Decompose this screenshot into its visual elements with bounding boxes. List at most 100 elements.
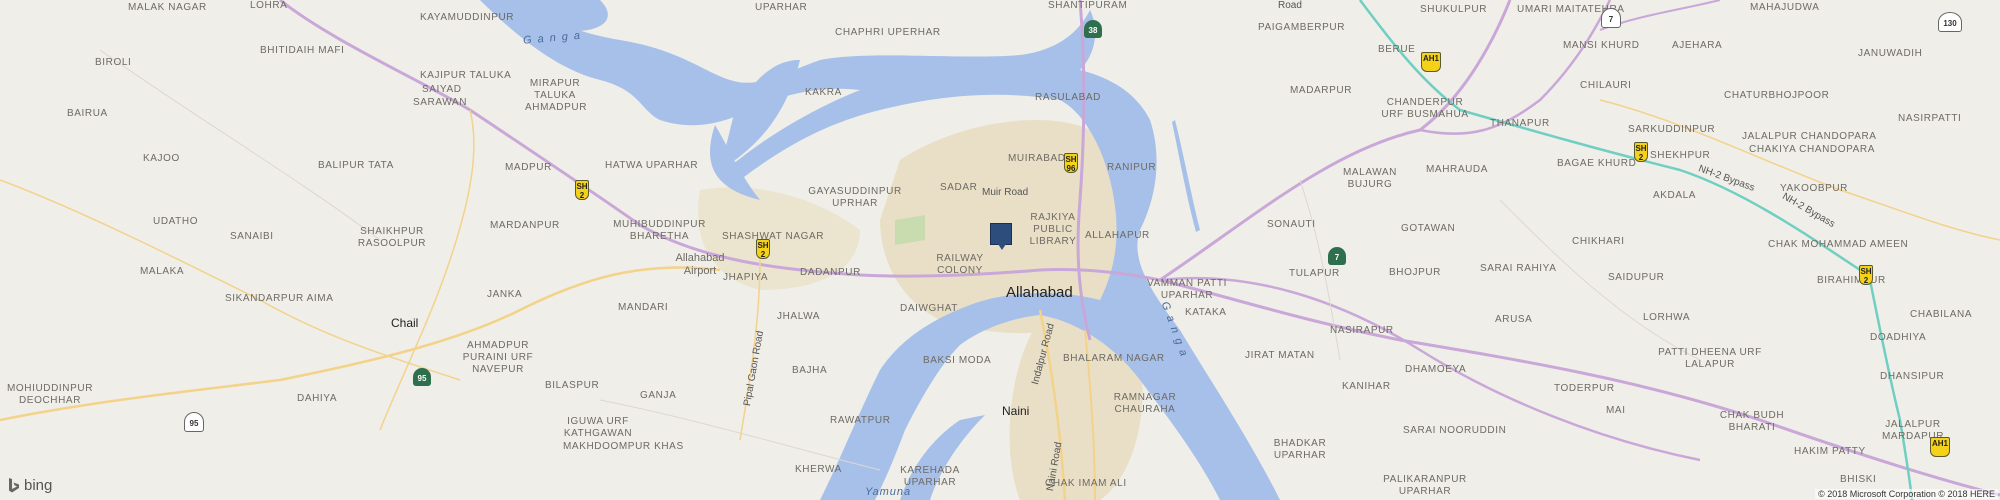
highway-shield-nh95: 95	[184, 412, 204, 432]
place-label: AHMADPUR PURAINI URF NAVEPUR	[462, 340, 534, 375]
highway-shield-ah1: AH1	[1930, 437, 1950, 457]
place-label: BAKSI MODA	[923, 355, 992, 366]
place-label: CHAPHRI UPERHAR	[835, 27, 941, 38]
place-label: JANKA	[487, 289, 523, 300]
highway-shield-sh2: SH 2	[756, 239, 770, 259]
place-label: THANAPUR	[1490, 118, 1550, 129]
place-label: MAI	[1606, 405, 1626, 416]
place-label: BIROLI	[95, 57, 132, 68]
place-label: HAKIM PATTY	[1794, 446, 1866, 457]
highway-shield-sh2: SH 2	[1859, 265, 1873, 285]
place-label: KAYAMUDDINPUR	[420, 12, 515, 23]
place-label: MIRAPUR TALUKA AHMADPUR	[525, 78, 588, 113]
map-canvas[interactable]: MALAK NAGAR KAYAMUDDINPUR UPARHAR CHAPHR…	[0, 0, 2000, 500]
highway-shield-nh130: 130	[1938, 12, 1962, 32]
highway-shield-sh2: SH 2	[1634, 142, 1648, 162]
place-label: CHIKHARI	[1572, 236, 1625, 247]
place-label: PALIKARANPUR UPARHAR	[1383, 474, 1467, 497]
place-label: JIRAT MATAN	[1245, 350, 1315, 361]
place-label: BAGAE KHURD	[1557, 158, 1637, 169]
place-label: BALIPUR TATA	[318, 160, 394, 171]
place-label: BHISKI	[1840, 474, 1877, 485]
place-label: RAWATPUR	[830, 415, 891, 426]
place-label: RAJKIYA PUBLIC LIBRARY	[1029, 212, 1077, 247]
highway-shield-nh7: 7	[1601, 8, 1621, 28]
place-label: GANJA	[640, 390, 677, 401]
town-label-chail: Chail	[391, 316, 419, 330]
place-label: CHATURBHOJPOOR	[1724, 90, 1830, 101]
place-label: MARDANPUR	[490, 220, 560, 231]
place-label: SHAIKHPUR RASOOLPUR	[357, 226, 427, 249]
bing-logo: bing	[8, 477, 52, 494]
place-label: DAHIYA	[297, 393, 338, 404]
place-label: SADAR	[940, 182, 978, 193]
place-label: KAKRA	[805, 87, 842, 98]
place-label: MALAWAN BUJURG	[1342, 167, 1398, 190]
place-label: MAKHDOOMPUR KHAS	[563, 441, 684, 452]
place-label: BHALARAM NAGAR	[1063, 353, 1165, 364]
highway-shield-ah1: AH1	[1421, 52, 1441, 72]
place-label: DOADHIYA	[1870, 332, 1927, 343]
place-label: BHOJPUR	[1389, 267, 1441, 278]
place-label: KATAKA	[1185, 307, 1227, 318]
park	[895, 215, 925, 245]
place-label: TODERPUR	[1554, 383, 1615, 394]
place-label: SARAI RAHIYA	[1480, 263, 1557, 274]
place-label: BAIRUA	[67, 108, 108, 119]
location-pin[interactable]	[990, 223, 1012, 250]
place-label: SAIDUPUR	[1608, 272, 1665, 283]
highway-shield-sh2: SH 2	[575, 180, 589, 200]
place-label: RAILWAY COLONY	[936, 253, 984, 276]
place-label: MADARPUR	[1290, 85, 1353, 96]
place-label: BHITIDAIH MAFI	[260, 45, 345, 56]
road-label-muir: Muir Road	[982, 187, 1029, 198]
bing-icon	[9, 477, 19, 492]
bing-wordmark: bing	[24, 477, 53, 494]
place-label: SHUKULPUR	[1420, 4, 1488, 15]
place-label: RASULABAD	[1035, 92, 1101, 103]
place-label: JANUWADIH	[1858, 48, 1923, 59]
place-label: MADPUR	[505, 162, 552, 173]
highway-shield-sh96: SH 96	[1064, 153, 1078, 173]
place-label: CHAK BUDH BHARATI	[1719, 410, 1785, 433]
place-label: VAMMAN PATTI UPARHAR	[1147, 278, 1227, 301]
place-label: MANSI KHURD	[1563, 40, 1640, 51]
place-label: NASIRAPUR	[1330, 325, 1394, 336]
place-label: KHERWA	[795, 464, 842, 475]
place-label: SIKANDARPUR AIMA	[225, 293, 334, 304]
place-label: CHABILANA	[1910, 309, 1973, 320]
highway-shield-nh95: 95	[413, 368, 431, 386]
map-base-layer	[0, 0, 2000, 500]
place-label: BERUE	[1378, 44, 1416, 55]
place-label: MANDARI	[618, 302, 669, 313]
place-label: ARUSA	[1495, 314, 1533, 325]
place-label: CHANDERPUR URF BUSMAHUA	[1381, 97, 1469, 120]
place-label: SONAUTI	[1267, 219, 1316, 230]
place-label: SHANTIPURAM	[1048, 0, 1128, 11]
place-label: TULAPUR	[1289, 268, 1340, 279]
place-label: KAJIPUR TALUKA	[420, 70, 512, 81]
place-label: HATWA UPARHAR	[605, 160, 699, 171]
place-label: SARKUDDINPUR	[1628, 124, 1716, 135]
place-label: KANIHAR	[1342, 381, 1391, 392]
place-label: DAIWGHAT	[900, 303, 958, 314]
place-label: CHILAURI	[1580, 80, 1632, 91]
copyright-notice: © 2018 Microsoft Corporation © 2018 HERE	[1815, 489, 1998, 499]
place-label: MALAK NAGAR	[128, 2, 207, 13]
place-label: MUIRABAD	[1008, 153, 1066, 164]
place-label: GOTAWAN	[1401, 223, 1456, 234]
place-label: CHAK MOHAMMAD AMEEN	[1768, 239, 1909, 250]
place-label: YAKOOBPUR	[1780, 183, 1849, 194]
place-label: KAJOO	[143, 153, 180, 164]
place-label: BILASPUR	[545, 380, 600, 391]
place-label: DHAMOEYA	[1405, 364, 1467, 375]
place-label: BHADKAR UPARHAR	[1273, 438, 1327, 461]
place-label: IGUWA URF KATHGAWAN	[563, 416, 633, 439]
place-label: PAIGAMBERPUR	[1258, 22, 1346, 33]
place-label: BIRAHIMPUR	[1817, 275, 1886, 286]
place-label: LOHRA	[250, 0, 288, 11]
place-label: DHANSIPUR	[1880, 371, 1945, 382]
place-label: AKDALA	[1653, 190, 1697, 201]
place-label: GAYASUDDINPUR UPRHAR	[808, 186, 902, 209]
place-label: RANIPUR	[1107, 162, 1157, 173]
